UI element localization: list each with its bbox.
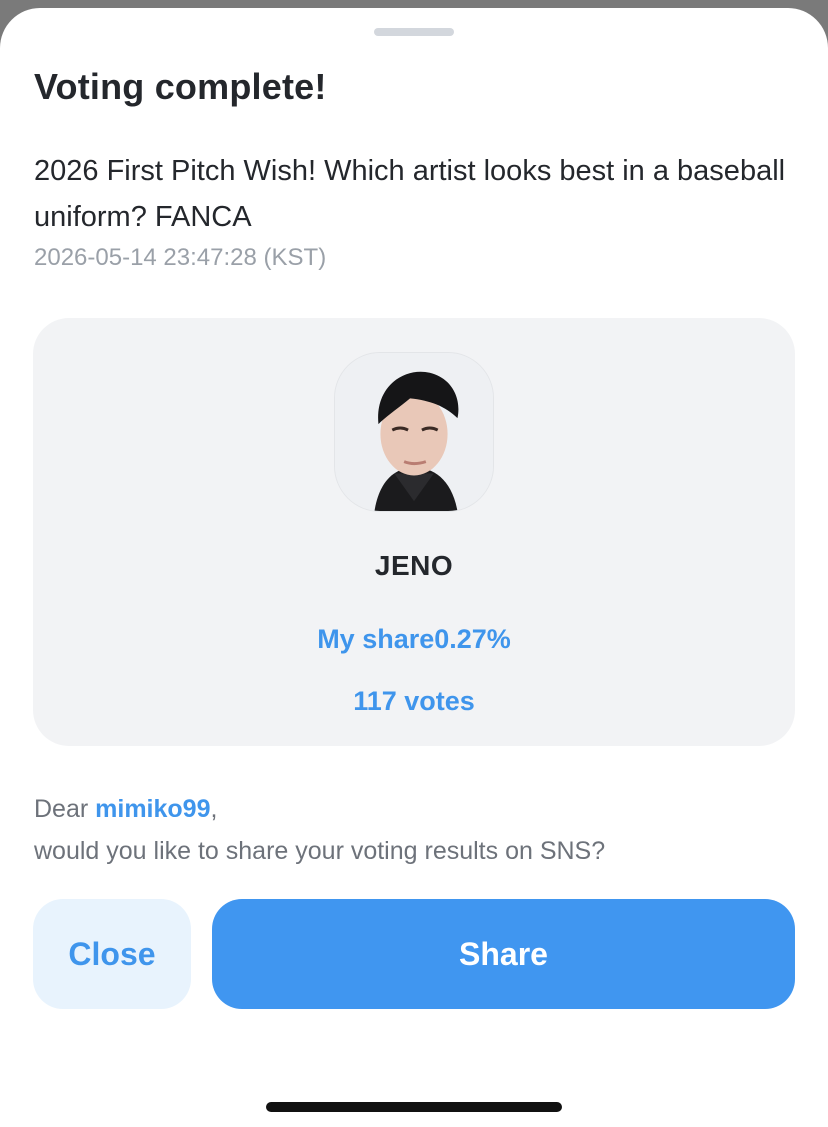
sheet-title: Voting complete! bbox=[34, 66, 327, 107]
share-prompt-text: would you like to share your voting resu… bbox=[34, 837, 606, 865]
username: mimiko99 bbox=[95, 795, 211, 823]
bottom-sheet: Voting complete! 2026 First Pitch Wish! … bbox=[0, 8, 828, 1127]
greeting-comma: , bbox=[210, 795, 218, 823]
artist-avatar bbox=[334, 352, 494, 512]
my-share-label: My share bbox=[317, 624, 435, 654]
close-button[interactable]: Close bbox=[33, 899, 191, 1009]
my-share: My share0.27% bbox=[33, 624, 795, 655]
greeting-text: Dear bbox=[34, 795, 96, 823]
greeting-line: Dear mimiko99, bbox=[34, 788, 605, 830]
poll-question: 2026 First Pitch Wish! Which artist look… bbox=[34, 155, 786, 233]
drag-handle[interactable] bbox=[374, 28, 454, 36]
share-button[interactable]: Share bbox=[212, 899, 795, 1009]
vote-timestamp: 2026-05-14 23:47:28 (KST) bbox=[34, 244, 327, 271]
result-card: JENO My share0.27% 117 votes bbox=[33, 318, 795, 746]
vote-count: 117 votes bbox=[353, 686, 475, 716]
share-prompt-message: Dear mimiko99, would you like to share y… bbox=[34, 788, 605, 872]
artist-name: JENO bbox=[374, 550, 454, 581]
artist-photo bbox=[335, 353, 493, 511]
my-share-value: 0.27% bbox=[434, 624, 511, 654]
home-indicator[interactable] bbox=[266, 1102, 562, 1112]
